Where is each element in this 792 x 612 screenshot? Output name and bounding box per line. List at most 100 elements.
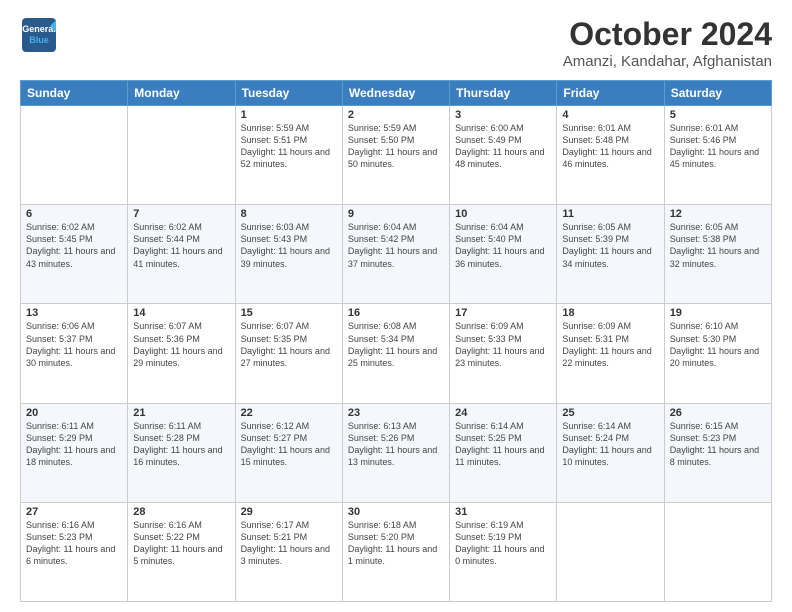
logo: General Blue (20, 16, 58, 54)
calendar-week-2: 6Sunrise: 6:02 AM Sunset: 5:45 PM Daylig… (21, 205, 772, 304)
calendar-cell: 17Sunrise: 6:09 AM Sunset: 5:33 PM Dayli… (450, 304, 557, 403)
day-number: 12 (670, 208, 766, 220)
day-number: 27 (26, 506, 122, 518)
calendar-cell (128, 106, 235, 205)
day-info: Sunrise: 6:16 AM Sunset: 5:22 PM Dayligh… (133, 519, 229, 568)
day-number: 10 (455, 208, 551, 220)
calendar-cell: 10Sunrise: 6:04 AM Sunset: 5:40 PM Dayli… (450, 205, 557, 304)
day-info: Sunrise: 5:59 AM Sunset: 5:51 PM Dayligh… (241, 122, 337, 171)
day-info: Sunrise: 6:01 AM Sunset: 5:46 PM Dayligh… (670, 122, 766, 171)
day-info: Sunrise: 6:04 AM Sunset: 5:42 PM Dayligh… (348, 221, 444, 270)
day-info: Sunrise: 6:04 AM Sunset: 5:40 PM Dayligh… (455, 221, 551, 270)
calendar-cell: 22Sunrise: 6:12 AM Sunset: 5:27 PM Dayli… (235, 403, 342, 502)
calendar-cell: 23Sunrise: 6:13 AM Sunset: 5:26 PM Dayli… (342, 403, 449, 502)
page: General Blue October 2024 Amanzi, Kandah… (0, 0, 792, 612)
title-block: October 2024 Amanzi, Kandahar, Afghanist… (563, 16, 772, 70)
day-info: Sunrise: 6:09 AM Sunset: 5:33 PM Dayligh… (455, 320, 551, 369)
day-number: 22 (241, 407, 337, 419)
calendar-cell: 29Sunrise: 6:17 AM Sunset: 5:21 PM Dayli… (235, 502, 342, 601)
calendar-cell: 20Sunrise: 6:11 AM Sunset: 5:29 PM Dayli… (21, 403, 128, 502)
calendar-cell: 21Sunrise: 6:11 AM Sunset: 5:28 PM Dayli… (128, 403, 235, 502)
calendar-cell: 24Sunrise: 6:14 AM Sunset: 5:25 PM Dayli… (450, 403, 557, 502)
calendar-week-4: 20Sunrise: 6:11 AM Sunset: 5:29 PM Dayli… (21, 403, 772, 502)
day-info: Sunrise: 6:14 AM Sunset: 5:25 PM Dayligh… (455, 420, 551, 469)
calendar-cell: 14Sunrise: 6:07 AM Sunset: 5:36 PM Dayli… (128, 304, 235, 403)
calendar-cell: 18Sunrise: 6:09 AM Sunset: 5:31 PM Dayli… (557, 304, 664, 403)
day-info: Sunrise: 6:11 AM Sunset: 5:29 PM Dayligh… (26, 420, 122, 469)
location: Amanzi, Kandahar, Afghanistan (563, 53, 772, 70)
calendar-cell: 25Sunrise: 6:14 AM Sunset: 5:24 PM Dayli… (557, 403, 664, 502)
day-header-friday: Friday (557, 81, 664, 106)
calendar-week-3: 13Sunrise: 6:06 AM Sunset: 5:37 PM Dayli… (21, 304, 772, 403)
calendar-cell: 15Sunrise: 6:07 AM Sunset: 5:35 PM Dayli… (235, 304, 342, 403)
day-info: Sunrise: 6:02 AM Sunset: 5:44 PM Dayligh… (133, 221, 229, 270)
calendar-cell: 2Sunrise: 5:59 AM Sunset: 5:50 PM Daylig… (342, 106, 449, 205)
day-number: 26 (670, 407, 766, 419)
calendar-cell: 31Sunrise: 6:19 AM Sunset: 5:19 PM Dayli… (450, 502, 557, 601)
calendar-cell: 27Sunrise: 6:16 AM Sunset: 5:23 PM Dayli… (21, 502, 128, 601)
day-info: Sunrise: 6:10 AM Sunset: 5:30 PM Dayligh… (670, 320, 766, 369)
calendar-header-row: SundayMondayTuesdayWednesdayThursdayFrid… (21, 81, 772, 106)
logo-icon: General Blue (20, 16, 58, 54)
day-number: 15 (241, 307, 337, 319)
day-number: 23 (348, 407, 444, 419)
day-number: 4 (562, 109, 658, 121)
day-number: 24 (455, 407, 551, 419)
calendar-table: SundayMondayTuesdayWednesdayThursdayFrid… (20, 80, 772, 602)
day-number: 31 (455, 506, 551, 518)
day-number: 13 (26, 307, 122, 319)
calendar-week-1: 1Sunrise: 5:59 AM Sunset: 5:51 PM Daylig… (21, 106, 772, 205)
day-number: 5 (670, 109, 766, 121)
day-number: 8 (241, 208, 337, 220)
day-header-monday: Monday (128, 81, 235, 106)
day-info: Sunrise: 6:11 AM Sunset: 5:28 PM Dayligh… (133, 420, 229, 469)
calendar-cell: 19Sunrise: 6:10 AM Sunset: 5:30 PM Dayli… (664, 304, 771, 403)
calendar-cell: 11Sunrise: 6:05 AM Sunset: 5:39 PM Dayli… (557, 205, 664, 304)
day-number: 7 (133, 208, 229, 220)
calendar-cell: 3Sunrise: 6:00 AM Sunset: 5:49 PM Daylig… (450, 106, 557, 205)
day-info: Sunrise: 6:01 AM Sunset: 5:48 PM Dayligh… (562, 122, 658, 171)
calendar-cell: 7Sunrise: 6:02 AM Sunset: 5:44 PM Daylig… (128, 205, 235, 304)
day-info: Sunrise: 6:07 AM Sunset: 5:35 PM Dayligh… (241, 320, 337, 369)
day-info: Sunrise: 6:09 AM Sunset: 5:31 PM Dayligh… (562, 320, 658, 369)
day-number: 14 (133, 307, 229, 319)
day-number: 18 (562, 307, 658, 319)
day-header-wednesday: Wednesday (342, 81, 449, 106)
day-number: 29 (241, 506, 337, 518)
day-number: 17 (455, 307, 551, 319)
day-info: Sunrise: 6:15 AM Sunset: 5:23 PM Dayligh… (670, 420, 766, 469)
calendar-cell: 6Sunrise: 6:02 AM Sunset: 5:45 PM Daylig… (21, 205, 128, 304)
day-info: Sunrise: 6:17 AM Sunset: 5:21 PM Dayligh… (241, 519, 337, 568)
calendar-cell (664, 502, 771, 601)
calendar-cell: 8Sunrise: 6:03 AM Sunset: 5:43 PM Daylig… (235, 205, 342, 304)
day-info: Sunrise: 6:06 AM Sunset: 5:37 PM Dayligh… (26, 320, 122, 369)
day-number: 11 (562, 208, 658, 220)
day-number: 6 (26, 208, 122, 220)
day-header-saturday: Saturday (664, 81, 771, 106)
calendar-cell: 28Sunrise: 6:16 AM Sunset: 5:22 PM Dayli… (128, 502, 235, 601)
day-info: Sunrise: 5:59 AM Sunset: 5:50 PM Dayligh… (348, 122, 444, 171)
day-header-sunday: Sunday (21, 81, 128, 106)
day-info: Sunrise: 6:13 AM Sunset: 5:26 PM Dayligh… (348, 420, 444, 469)
calendar-cell: 13Sunrise: 6:06 AM Sunset: 5:37 PM Dayli… (21, 304, 128, 403)
day-info: Sunrise: 6:03 AM Sunset: 5:43 PM Dayligh… (241, 221, 337, 270)
day-number: 16 (348, 307, 444, 319)
calendar-cell: 30Sunrise: 6:18 AM Sunset: 5:20 PM Dayli… (342, 502, 449, 601)
day-number: 28 (133, 506, 229, 518)
day-number: 20 (26, 407, 122, 419)
calendar-week-5: 27Sunrise: 6:16 AM Sunset: 5:23 PM Dayli… (21, 502, 772, 601)
day-number: 9 (348, 208, 444, 220)
day-number: 30 (348, 506, 444, 518)
header: General Blue October 2024 Amanzi, Kandah… (20, 16, 772, 70)
day-info: Sunrise: 6:05 AM Sunset: 5:38 PM Dayligh… (670, 221, 766, 270)
calendar-cell (21, 106, 128, 205)
day-info: Sunrise: 6:19 AM Sunset: 5:19 PM Dayligh… (455, 519, 551, 568)
day-number: 3 (455, 109, 551, 121)
calendar-cell (557, 502, 664, 601)
day-info: Sunrise: 6:07 AM Sunset: 5:36 PM Dayligh… (133, 320, 229, 369)
day-number: 2 (348, 109, 444, 121)
day-number: 19 (670, 307, 766, 319)
calendar-cell: 4Sunrise: 6:01 AM Sunset: 5:48 PM Daylig… (557, 106, 664, 205)
calendar-cell: 26Sunrise: 6:15 AM Sunset: 5:23 PM Dayli… (664, 403, 771, 502)
calendar-cell: 1Sunrise: 5:59 AM Sunset: 5:51 PM Daylig… (235, 106, 342, 205)
